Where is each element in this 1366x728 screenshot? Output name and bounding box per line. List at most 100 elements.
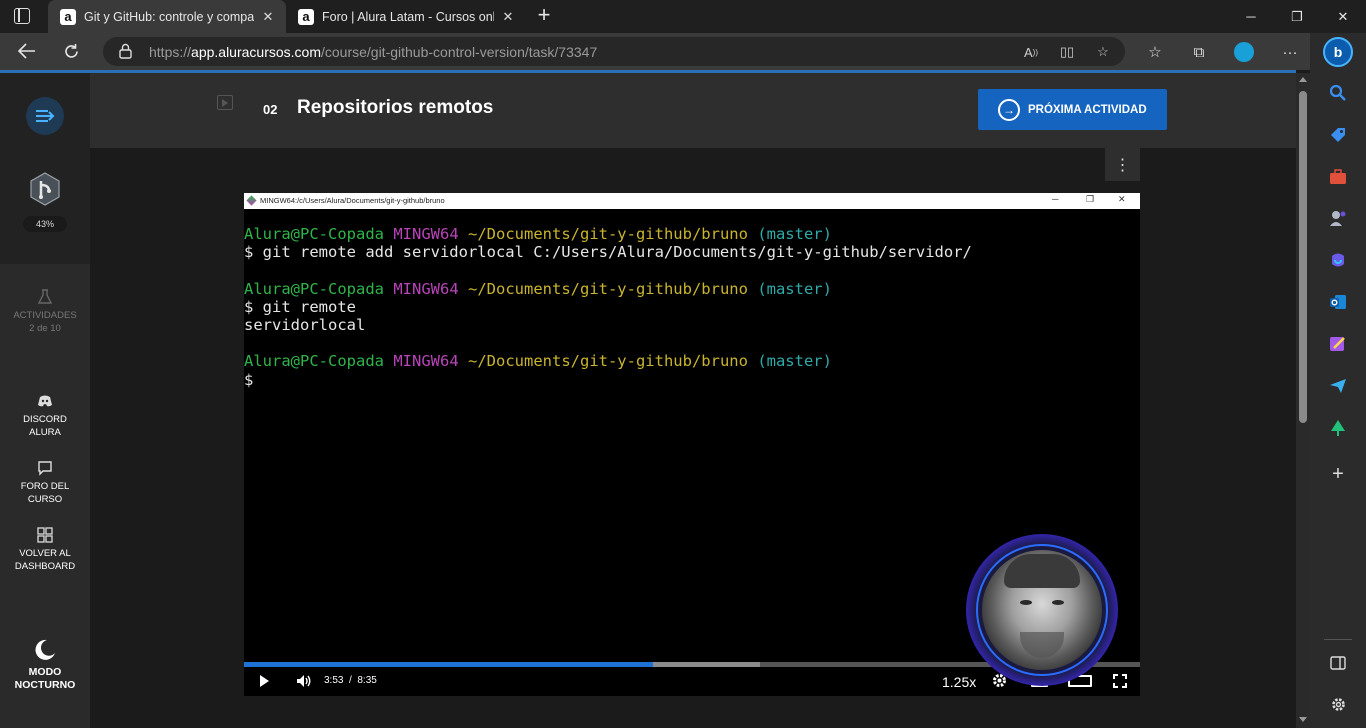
bing-chat-icon[interactable]: b xyxy=(1323,37,1353,67)
url-field[interactable]: https://app.aluracursos.com/course/git-g… xyxy=(103,37,1125,66)
fullscreen-icon[interactable] xyxy=(1113,674,1127,691)
playback-speed[interactable]: 1.25x xyxy=(942,674,976,690)
next-activity-label: PRÓXIMA ACTIVIDAD xyxy=(1028,103,1147,116)
address-toolbar: https://app.aluracursos.com/course/git-g… xyxy=(0,33,1366,70)
next-activity-button[interactable]: → PRÓXIMA ACTIVIDAD xyxy=(978,89,1167,130)
terminal-output: Alura@PC-Copada MINGW64 ~/Documents/git-… xyxy=(244,225,1140,389)
shopping-tag-icon[interactable] xyxy=(1327,124,1349,146)
activities-count: 2 de 10 xyxy=(29,323,61,334)
scroll-down-icon[interactable] xyxy=(1299,717,1307,722)
sidebar-divider xyxy=(1324,639,1352,640)
menu-arrow-icon xyxy=(36,110,55,122)
terminal-minimize-icon: ─ xyxy=(1052,194,1059,204)
scroll-up-icon[interactable] xyxy=(1299,77,1307,82)
course-progress: 43% xyxy=(23,216,67,232)
discord-nav[interactable]: DISCORD ALURA xyxy=(0,393,90,439)
tab-foro[interactable]: a Foro | Alura Latam - Cursos online ✕ xyxy=(286,0,526,33)
tab-actions-icon[interactable] xyxy=(14,8,30,24)
immersive-reader-icon[interactable]: ▯▯ xyxy=(1056,43,1078,61)
restore-button[interactable]: ❐ xyxy=(1274,0,1320,33)
moon-icon xyxy=(35,639,55,660)
page-scrollbar[interactable] xyxy=(1296,73,1310,728)
games-icon[interactable] xyxy=(1327,207,1349,229)
more-options-icon[interactable]: ··· xyxy=(1278,41,1302,63)
refresh-button[interactable] xyxy=(56,37,86,65)
course-badge-icon[interactable] xyxy=(27,171,63,207)
terminal-line: $ git remote add servidorlocal C:/Users/… xyxy=(244,243,972,262)
send-icon[interactable] xyxy=(1327,375,1349,397)
outlook-icon[interactable] xyxy=(1327,291,1349,313)
add-sidebar-app-icon[interactable]: + xyxy=(1327,463,1349,485)
alura-favicon-icon: a xyxy=(60,8,76,25)
discord-icon xyxy=(38,395,52,407)
sidebar-settings-icon[interactable] xyxy=(1327,693,1349,715)
read-aloud-icon[interactable]: A)) xyxy=(1020,43,1042,61)
favorites-icon[interactable]: ☆ xyxy=(1143,41,1167,63)
terminal-line: $ git remote xyxy=(244,297,356,316)
terminal-title: MINGW64:/c/Users/Alura/Documents/git-y-g… xyxy=(260,196,445,205)
url-text: https://app.aluracursos.com/course/git-g… xyxy=(149,44,598,60)
forum-nav[interactable]: FORO DEL CURSO xyxy=(0,460,90,506)
tree-icon[interactable] xyxy=(1327,417,1349,439)
lock-icon xyxy=(119,43,132,59)
video-options-icon[interactable]: ⋮ xyxy=(1105,148,1140,181)
tab-title: Git y GitHub: controle y compartir xyxy=(84,9,254,24)
add-favorite-icon[interactable]: ☆ xyxy=(1092,43,1114,61)
course-sidebar: 43% ACTIVIDADES 2 de 10 DISCORD ALURA FO… xyxy=(0,73,90,728)
chat-icon xyxy=(38,461,52,476)
video-type-icon xyxy=(217,95,233,110)
discord-label: DISCORD xyxy=(23,414,67,425)
terminal-line: $ xyxy=(244,370,254,389)
instructor-avatar xyxy=(982,550,1102,670)
back-button[interactable] xyxy=(12,37,42,65)
scroll-thumb[interactable] xyxy=(1299,91,1307,423)
night-mode-label: MODO xyxy=(28,666,62,678)
browser-tab-bar: a Git y GitHub: controle y compartir ✕ a… xyxy=(0,0,1366,33)
close-tab-icon[interactable]: ✕ xyxy=(500,9,516,25)
search-icon[interactable] xyxy=(1327,82,1349,104)
flask-icon xyxy=(37,289,53,304)
designer-icon[interactable] xyxy=(1327,333,1349,355)
night-mode-toggle[interactable]: MODO NOCTURNO xyxy=(0,638,90,692)
toggle-menu-button[interactable] xyxy=(26,97,64,135)
activities-nav[interactable]: ACTIVIDADES 2 de 10 xyxy=(0,289,90,335)
volume-icon[interactable] xyxy=(296,674,312,691)
arrow-right-icon: → xyxy=(998,98,1020,121)
dashboard-label: VOLVER AL xyxy=(19,548,71,559)
microsoft365-icon[interactable] xyxy=(1327,249,1349,271)
page-title: Repositorios remotos xyxy=(297,97,494,118)
video-time: 3:53 / 8:35 xyxy=(324,675,377,686)
dashboard-nav[interactable]: VOLVER AL DASHBOARD xyxy=(0,527,90,573)
activities-label: ACTIVIDADES xyxy=(13,310,77,321)
terminal-line: Alura@PC-Copada MINGW64 ~/Documents/git-… xyxy=(244,225,832,243)
discord-label-2: ALURA xyxy=(29,427,61,438)
minimize-button[interactable]: ─ xyxy=(1228,0,1274,33)
time-separator: / xyxy=(349,675,352,686)
hide-sidebar-icon[interactable] xyxy=(1327,652,1349,674)
tab-git-github[interactable]: a Git y GitHub: controle y compartir ✕ xyxy=(48,0,286,33)
dashboard-icon xyxy=(37,527,53,543)
back-arrow-icon xyxy=(18,43,35,59)
refresh-icon xyxy=(64,43,78,58)
tab-title: Foro | Alura Latam - Cursos online xyxy=(322,9,494,24)
tools-briefcase-icon[interactable] xyxy=(1327,166,1349,188)
terminal-line: Alura@PC-Copada MINGW64 ~/Documents/git-… xyxy=(244,279,832,298)
forum-label-2: CURSO xyxy=(27,494,63,505)
activity-number: 02 xyxy=(263,102,278,117)
new-tab-button[interactable]: + xyxy=(533,4,555,28)
current-time: 3:53 xyxy=(324,675,344,686)
edge-sidebar: b + xyxy=(1310,33,1366,728)
extension-icon[interactable] xyxy=(1232,41,1256,63)
close-window-button[interactable]: ✕ xyxy=(1320,0,1366,33)
close-tab-icon[interactable]: ✕ xyxy=(260,9,276,25)
terminal-line: servidorlocal xyxy=(244,316,366,335)
terminal-close-icon: ✕ xyxy=(1118,194,1126,204)
night-mode-label-2: NOCTURNO xyxy=(14,679,76,691)
terminal-titlebar: MINGW64:/c/Users/Alura/Documents/git-y-g… xyxy=(244,193,1140,209)
course-page: 43% ACTIVIDADES 2 de 10 DISCORD ALURA FO… xyxy=(0,73,1296,728)
collections-icon[interactable]: ⧉ xyxy=(1187,41,1211,63)
play-icon[interactable] xyxy=(260,675,269,687)
alura-favicon-icon: a xyxy=(298,8,314,25)
